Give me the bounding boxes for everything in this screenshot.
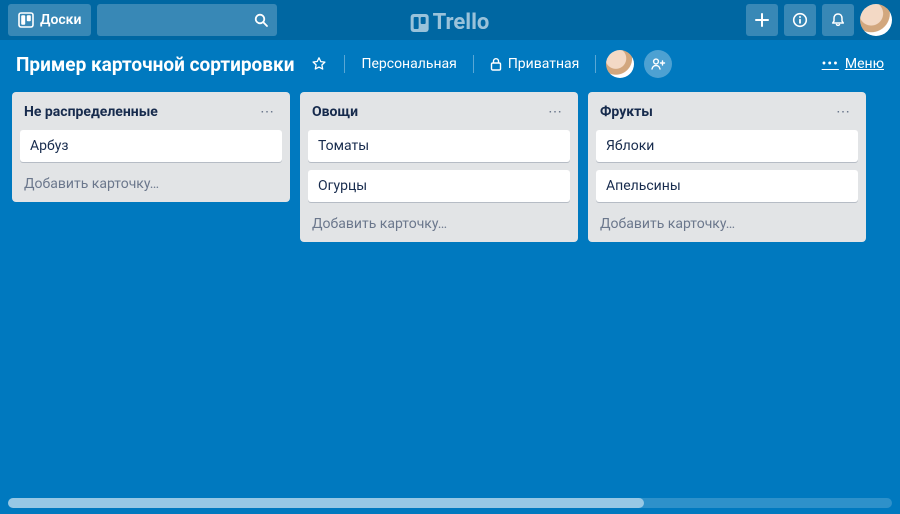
menu-label: Меню <box>845 56 884 72</box>
list: Овощи ⋯ Томаты Огурцы Добавить карточку… <box>300 92 578 242</box>
create-button[interactable] <box>746 4 778 36</box>
bell-icon <box>830 12 846 28</box>
notifications-button[interactable] <box>822 4 854 36</box>
visibility-label: Приватная <box>508 56 580 72</box>
card[interactable]: Яблоки <box>596 130 858 162</box>
info-icon <box>792 12 808 28</box>
board-header: Пример карточной сортировки Персональная… <box>0 40 900 88</box>
person-plus-icon <box>650 56 666 72</box>
add-member-button[interactable] <box>644 50 672 78</box>
board-canvas[interactable]: Не распределенные ⋯ Арбуз Добавить карточку… <box>0 88 900 498</box>
topbar: Доски Trello <box>0 0 900 40</box>
user-avatar[interactable] <box>860 4 892 36</box>
list-menu-button[interactable]: ⋯ <box>256 102 278 122</box>
team-label: Персональная <box>361 56 456 72</box>
search-input[interactable] <box>97 4 277 36</box>
add-card-button[interactable]: Добавить карточку… <box>20 170 282 194</box>
add-card-button[interactable]: Добавить карточку… <box>308 210 570 234</box>
ellipsis-icon: ••• <box>822 56 839 72</box>
horizontal-scrollbar[interactable] <box>8 498 892 508</box>
separator <box>473 55 474 73</box>
boards-button-label: Доски <box>40 12 81 28</box>
star-icon <box>311 56 327 72</box>
board-title: Пример карточной сортировки <box>16 53 294 76</box>
logo-icon <box>411 14 429 32</box>
list: Фрукты ⋯ Яблоки Апельсины Добавить карточку… <box>588 92 866 242</box>
boards-icon <box>18 12 34 28</box>
separator <box>595 55 596 73</box>
star-button[interactable] <box>304 49 334 79</box>
member-avatar[interactable] <box>606 50 634 78</box>
info-button[interactable] <box>784 4 816 36</box>
list-title[interactable]: Не распределенные <box>24 104 158 120</box>
search-icon <box>253 12 269 28</box>
search-container <box>97 4 277 36</box>
list-title[interactable]: Овощи <box>312 104 358 120</box>
card[interactable]: Апельсины <box>596 170 858 202</box>
scrollbar-thumb[interactable] <box>8 498 644 508</box>
card[interactable]: Томаты <box>308 130 570 162</box>
separator <box>344 55 345 73</box>
boards-button[interactable]: Доски <box>8 4 91 36</box>
logo-text: Trello <box>433 10 490 35</box>
add-card-button[interactable]: Добавить карточку… <box>596 210 858 234</box>
list-header: Овощи ⋯ <box>308 100 570 122</box>
list-header: Не распределенные ⋯ <box>20 100 282 122</box>
card[interactable]: Арбуз <box>20 130 282 162</box>
card[interactable]: Огурцы <box>308 170 570 202</box>
app-root: Доски Trello Пример карточной сортировки <box>0 0 900 514</box>
list-menu-button[interactable]: ⋯ <box>544 102 566 122</box>
team-chip[interactable]: Персональная <box>355 52 462 76</box>
list: Не распределенные ⋯ Арбуз Добавить карточку… <box>12 92 290 202</box>
lock-icon <box>490 57 502 71</box>
logo[interactable]: Trello <box>411 10 490 35</box>
list-title[interactable]: Фрукты <box>600 104 653 120</box>
list-menu-button[interactable]: ⋯ <box>832 102 854 122</box>
list-header: Фрукты ⋯ <box>596 100 858 122</box>
plus-icon <box>755 13 769 27</box>
visibility-chip[interactable]: Приватная <box>484 52 586 76</box>
menu-button[interactable]: ••• Меню <box>822 56 884 72</box>
